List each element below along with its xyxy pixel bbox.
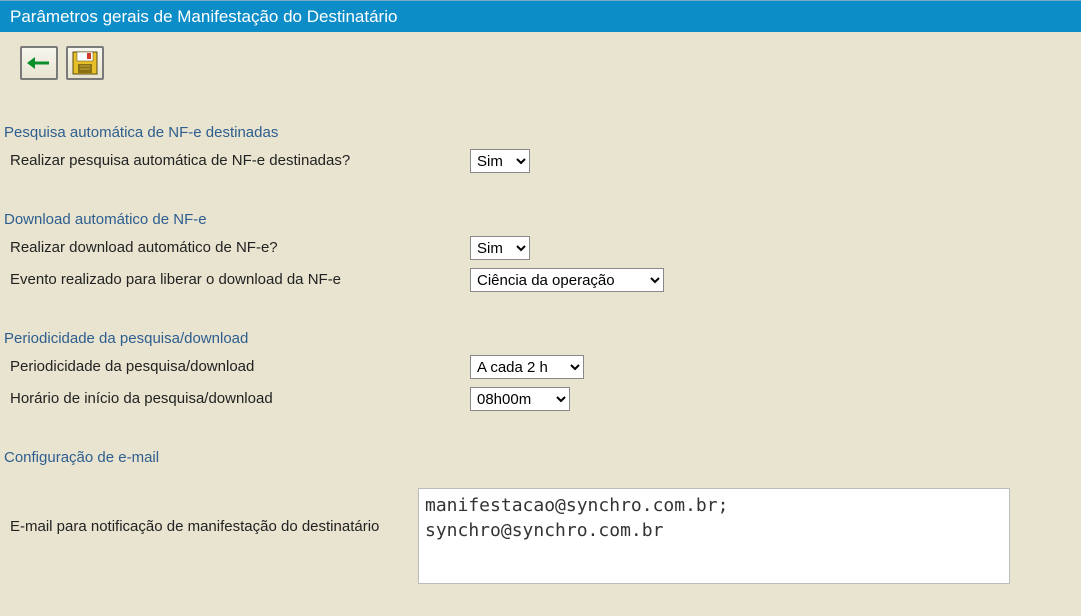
row-download-realizar: Realizar download automático de NF-e? Si… [4, 232, 1081, 264]
label-horario: Horário de início da pesquisa/download [10, 387, 470, 407]
label-download-evento: Evento realizado para liberar o download… [10, 268, 470, 288]
textarea-email[interactable] [418, 488, 1010, 584]
select-pesquisa-realizar[interactable]: Sim [470, 149, 530, 173]
label-period: Periodicidade da pesquisa/download [10, 355, 470, 375]
arrow-left-icon [25, 53, 53, 73]
section-title-pesquisa: Pesquisa automática de NF-e destinadas [4, 118, 1081, 145]
label-download-realizar: Realizar download automático de NF-e? [10, 236, 470, 256]
content-area: Pesquisa automática de NF-e destinadas R… [0, 32, 1081, 588]
page-title: Parâmetros gerais de Manifestação do Des… [10, 7, 397, 27]
row-download-evento: Evento realizado para liberar o download… [4, 264, 1081, 296]
row-horario: Horário de início da pesquisa/download 0… [4, 383, 1081, 415]
save-button[interactable] [66, 46, 104, 80]
row-period: Periodicidade da pesquisa/download A cad… [4, 351, 1081, 383]
select-horario[interactable]: 08h00m [470, 387, 570, 411]
save-icon [72, 51, 98, 75]
toolbar [4, 40, 1081, 90]
select-download-realizar[interactable]: Sim [470, 236, 530, 260]
title-bar: Parâmetros gerais de Manifestação do Des… [0, 0, 1081, 32]
select-period[interactable]: A cada 2 h [470, 355, 584, 379]
back-button[interactable] [20, 46, 58, 80]
select-download-evento[interactable]: Ciência da operação [470, 268, 664, 292]
label-email: E-mail para notificação de manifestação … [10, 488, 418, 535]
row-email: E-mail para notificação de manifestação … [4, 484, 1081, 588]
section-title-periodicidade: Periodicidade da pesquisa/download [4, 324, 1081, 351]
label-pesquisa-realizar: Realizar pesquisa automática de NF-e des… [10, 149, 470, 169]
section-title-email: Configuração de e-mail [4, 443, 1081, 470]
section-title-download: Download automático de NF-e [4, 205, 1081, 232]
row-pesquisa-realizar: Realizar pesquisa automática de NF-e des… [4, 145, 1081, 177]
